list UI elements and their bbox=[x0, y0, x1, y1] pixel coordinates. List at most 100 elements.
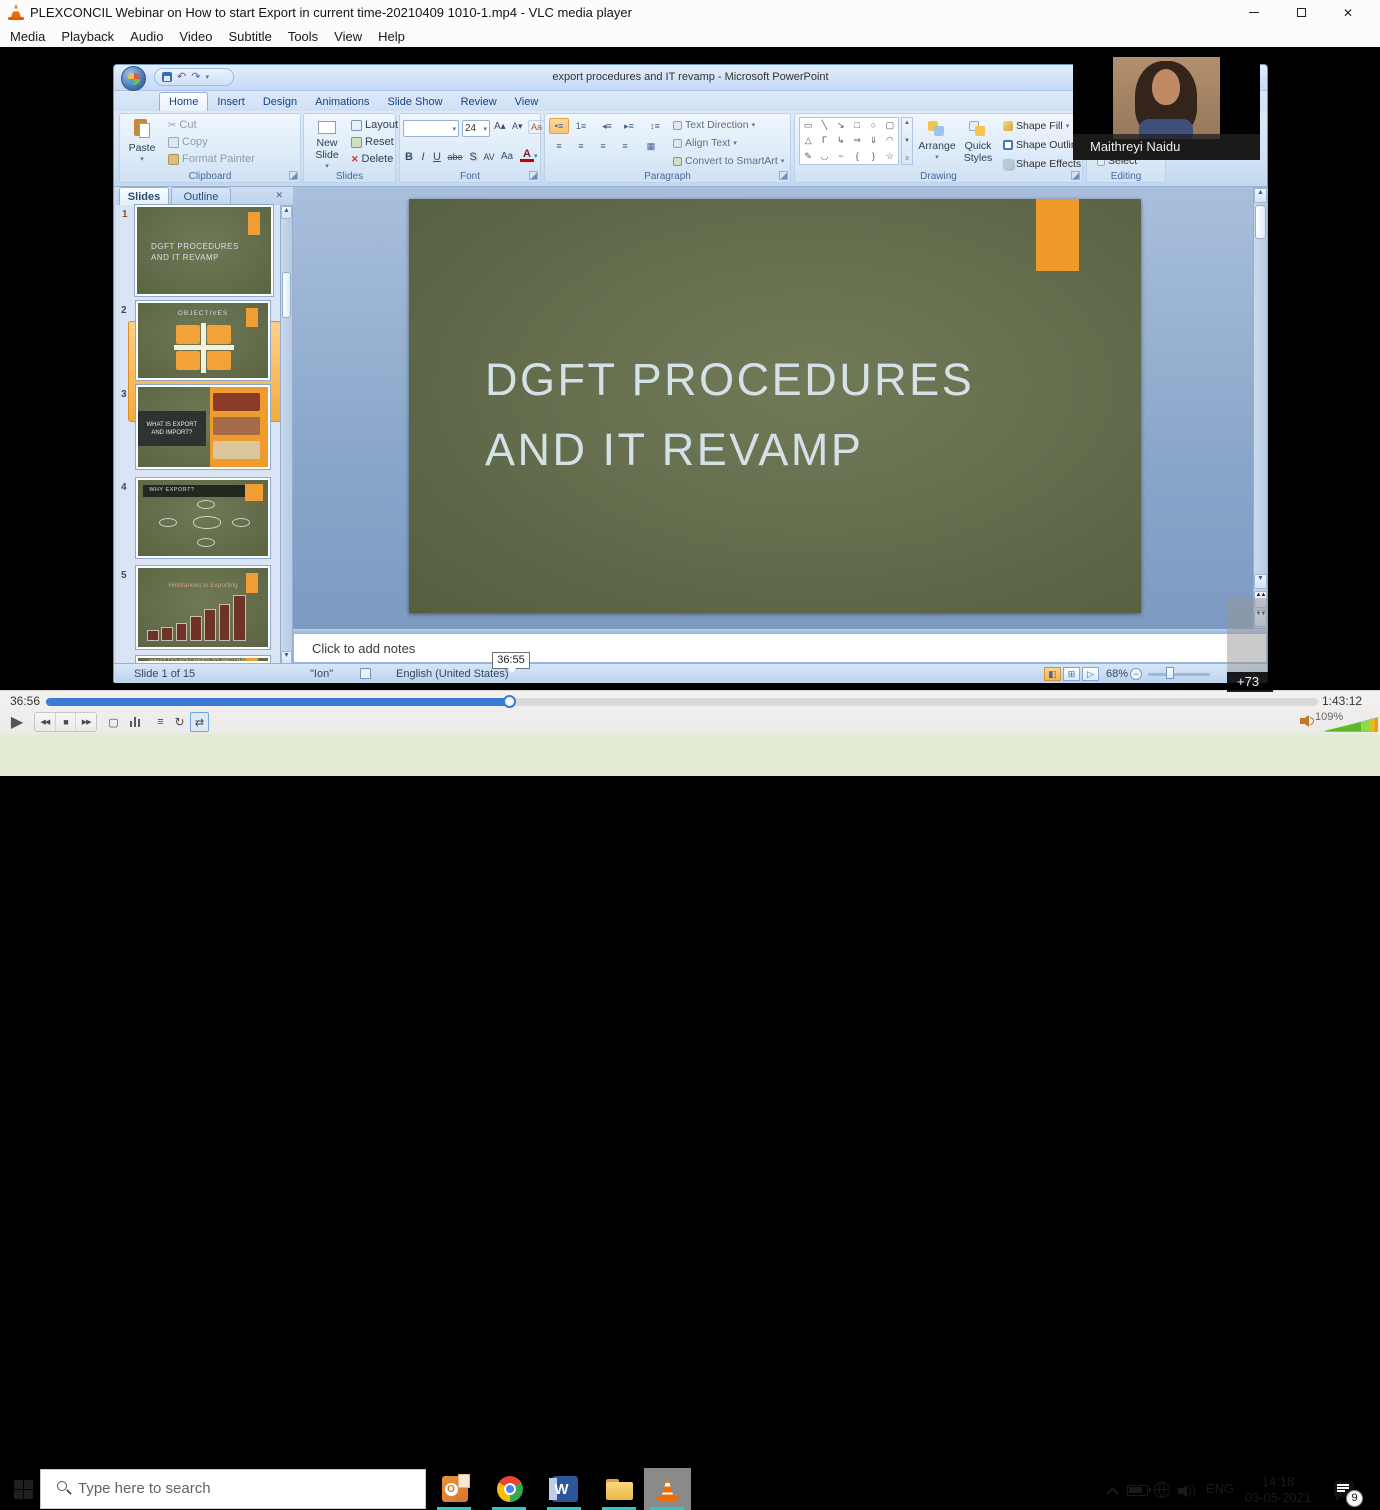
zoom-slider-thumb[interactable] bbox=[1166, 667, 1174, 679]
zoom-slider-track[interactable] bbox=[1148, 673, 1210, 676]
playlist-button[interactable]: ≡ bbox=[152, 712, 169, 732]
thumbnail-slide-2[interactable]: OBJECTIVES bbox=[136, 301, 270, 380]
thumbnail-slide-3[interactable]: WHAT IS EXPORT AND IMPORT? bbox=[136, 385, 270, 469]
quick-styles-button[interactable]: Quick Styles bbox=[959, 116, 997, 164]
decrease-indent-button[interactable]: ◂≡ bbox=[597, 118, 617, 134]
paste-button[interactable]: Paste ▾ bbox=[123, 116, 161, 166]
input-language[interactable]: ENG bbox=[1206, 1481, 1234, 1496]
clipboard-dialog-launcher[interactable] bbox=[289, 171, 298, 180]
extended-settings-button[interactable] bbox=[125, 712, 144, 732]
justify-button[interactable]: ≡ bbox=[615, 138, 635, 154]
cut-button[interactable]: ✂ Cut bbox=[168, 119, 197, 131]
columns-button[interactable]: ▦ bbox=[641, 138, 661, 154]
panel-scrollbar-thumb[interactable] bbox=[282, 272, 291, 318]
shape-fill-button[interactable]: Shape Fill ▾ bbox=[1003, 120, 1069, 132]
taskbar-word-button[interactable]: W bbox=[541, 1468, 588, 1510]
reset-button[interactable]: Reset bbox=[351, 136, 394, 148]
volume-speaker-icon[interactable] bbox=[1300, 715, 1314, 727]
shapes-gallery-scrollbar[interactable]: ▲ ▼ ≡ bbox=[901, 117, 913, 165]
numbering-button[interactable]: 1≡ bbox=[571, 118, 591, 134]
align-right-button[interactable]: ≡ bbox=[593, 138, 613, 154]
shape-outline-button[interactable]: Shape Outline bbox=[1003, 139, 1083, 151]
network-icon[interactable] bbox=[1154, 1482, 1170, 1498]
menu-tools[interactable]: Tools bbox=[280, 27, 326, 46]
panel-scroll-up-icon[interactable]: ▲ bbox=[281, 206, 292, 219]
change-case-button[interactable]: Aa bbox=[498, 148, 516, 165]
taskbar-vlc-button[interactable] bbox=[644, 1468, 691, 1510]
clear-formatting-button[interactable]: Aa bbox=[528, 120, 545, 134]
convert-smartart-button[interactable]: Convert to SmartArt ▾ bbox=[673, 155, 784, 167]
battery-icon[interactable] bbox=[1127, 1485, 1148, 1496]
slide-title-text[interactable]: DGFT PROCEDURES AND IT REVAMP bbox=[485, 345, 974, 485]
thumbnail-slide-1[interactable]: DGFT PROCEDURES AND IT REVAMP bbox=[135, 205, 273, 296]
tab-home[interactable]: Home bbox=[159, 92, 208, 111]
tab-design[interactable]: Design bbox=[254, 93, 306, 111]
random-button[interactable]: ⇄ bbox=[190, 712, 209, 732]
align-text-button[interactable]: Align Text ▾ bbox=[673, 137, 737, 149]
zoom-level[interactable]: 68% bbox=[1106, 668, 1128, 680]
main-scroll-down-icon[interactable]: ▼ bbox=[1254, 574, 1267, 589]
taskbar-search-input[interactable]: Type here to search bbox=[40, 1469, 426, 1509]
menu-video[interactable]: Video bbox=[171, 27, 220, 46]
font-color-button[interactable]: A bbox=[520, 148, 534, 162]
menu-playback[interactable]: Playback bbox=[53, 27, 122, 46]
taskbar-clock[interactable]: 14:18 03-05-2021 bbox=[1236, 1474, 1320, 1506]
copy-button[interactable]: Copy bbox=[168, 136, 208, 148]
arrange-button[interactable]: Arrange ▾ bbox=[917, 116, 957, 164]
tab-insert[interactable]: Insert bbox=[208, 93, 254, 111]
character-spacing-button[interactable]: AV bbox=[480, 148, 498, 165]
main-scrollbar[interactable]: ▲ ▼ ▲▲ ▼▼ bbox=[1253, 187, 1268, 629]
menu-subtitle[interactable]: Subtitle bbox=[220, 27, 279, 46]
tab-animations[interactable]: Animations bbox=[306, 93, 378, 111]
taskbar-outlook-button[interactable]: O bbox=[431, 1468, 478, 1510]
font-name-combo[interactable]: ▾ bbox=[403, 120, 459, 137]
tray-volume-icon[interactable] bbox=[1178, 1484, 1194, 1497]
line-spacing-button[interactable]: ↕≡ bbox=[645, 118, 665, 134]
font-size-combo[interactable]: 24 ▾ bbox=[462, 120, 490, 137]
menu-audio[interactable]: Audio bbox=[122, 27, 171, 46]
menu-media[interactable]: Media bbox=[2, 27, 53, 46]
slide-sorter-view-button[interactable]: ⊞ bbox=[1063, 667, 1080, 681]
taskbar-chrome-button[interactable] bbox=[486, 1468, 533, 1510]
grow-font-button[interactable]: A▴ bbox=[494, 121, 506, 132]
loop-button[interactable]: ↻ bbox=[171, 712, 188, 732]
strikethrough-button[interactable]: abe bbox=[444, 148, 466, 165]
seek-bar-handle[interactable] bbox=[503, 695, 516, 708]
underline-button[interactable]: U bbox=[430, 148, 444, 165]
increase-indent-button[interactable]: ▸≡ bbox=[619, 118, 639, 134]
normal-view-button[interactable]: ◧ bbox=[1044, 667, 1061, 681]
minimize-button[interactable] bbox=[1232, 0, 1276, 25]
thumbnail-slide-4[interactable]: WHY EXPORT? bbox=[136, 478, 270, 558]
tab-view[interactable]: View bbox=[506, 93, 548, 111]
previous-button[interactable]: ◀◀ bbox=[35, 713, 55, 731]
delete-button[interactable]: ✕ Delete bbox=[351, 153, 393, 165]
paragraph-dialog-launcher[interactable] bbox=[779, 171, 788, 180]
format-painter-button[interactable]: Format Painter bbox=[168, 153, 255, 165]
font-color-dropdown-icon[interactable]: ▾ bbox=[534, 152, 538, 160]
shrink-font-button[interactable]: A▾ bbox=[512, 121, 523, 132]
start-button[interactable] bbox=[14, 1480, 33, 1499]
thumbnail-slide-6[interactable]: WHAT DO YOU NEED TO BECOME AN bbox=[136, 656, 270, 663]
spell-check-icon[interactable] bbox=[360, 668, 371, 679]
shape-effects-button[interactable]: Shape Effects bbox=[1003, 158, 1081, 170]
drawing-dialog-launcher[interactable] bbox=[1071, 171, 1080, 180]
close-button[interactable]: ✕ bbox=[1326, 0, 1370, 25]
align-left-button[interactable]: ≡ bbox=[549, 138, 569, 154]
taskbar-explorer-button[interactable] bbox=[596, 1468, 643, 1510]
main-scrollbar-thumb[interactable] bbox=[1255, 205, 1266, 239]
thumbnail-slide-5[interactable]: Hindrances to Exporting bbox=[136, 566, 270, 649]
new-slide-button[interactable]: New Slide ▾ bbox=[306, 116, 348, 173]
stop-button[interactable]: ■ bbox=[55, 713, 76, 731]
text-direction-button[interactable]: Text Direction ▾ bbox=[673, 119, 755, 131]
seek-bar[interactable] bbox=[46, 698, 1318, 706]
tab-slides[interactable]: Slides bbox=[119, 187, 169, 205]
shadow-button[interactable]: S bbox=[466, 148, 480, 165]
menu-help[interactable]: Help bbox=[370, 27, 413, 46]
bullets-button[interactable]: •≡ bbox=[549, 118, 569, 134]
play-button[interactable]: ▶ bbox=[4, 710, 30, 734]
language-status[interactable]: English (United States) bbox=[396, 668, 509, 680]
font-dialog-launcher[interactable] bbox=[529, 171, 538, 180]
fullscreen-button[interactable]: ▢ bbox=[104, 712, 123, 732]
tab-slide-show[interactable]: Slide Show bbox=[379, 93, 452, 111]
tray-chevron-up-icon[interactable] bbox=[1106, 1487, 1119, 1500]
